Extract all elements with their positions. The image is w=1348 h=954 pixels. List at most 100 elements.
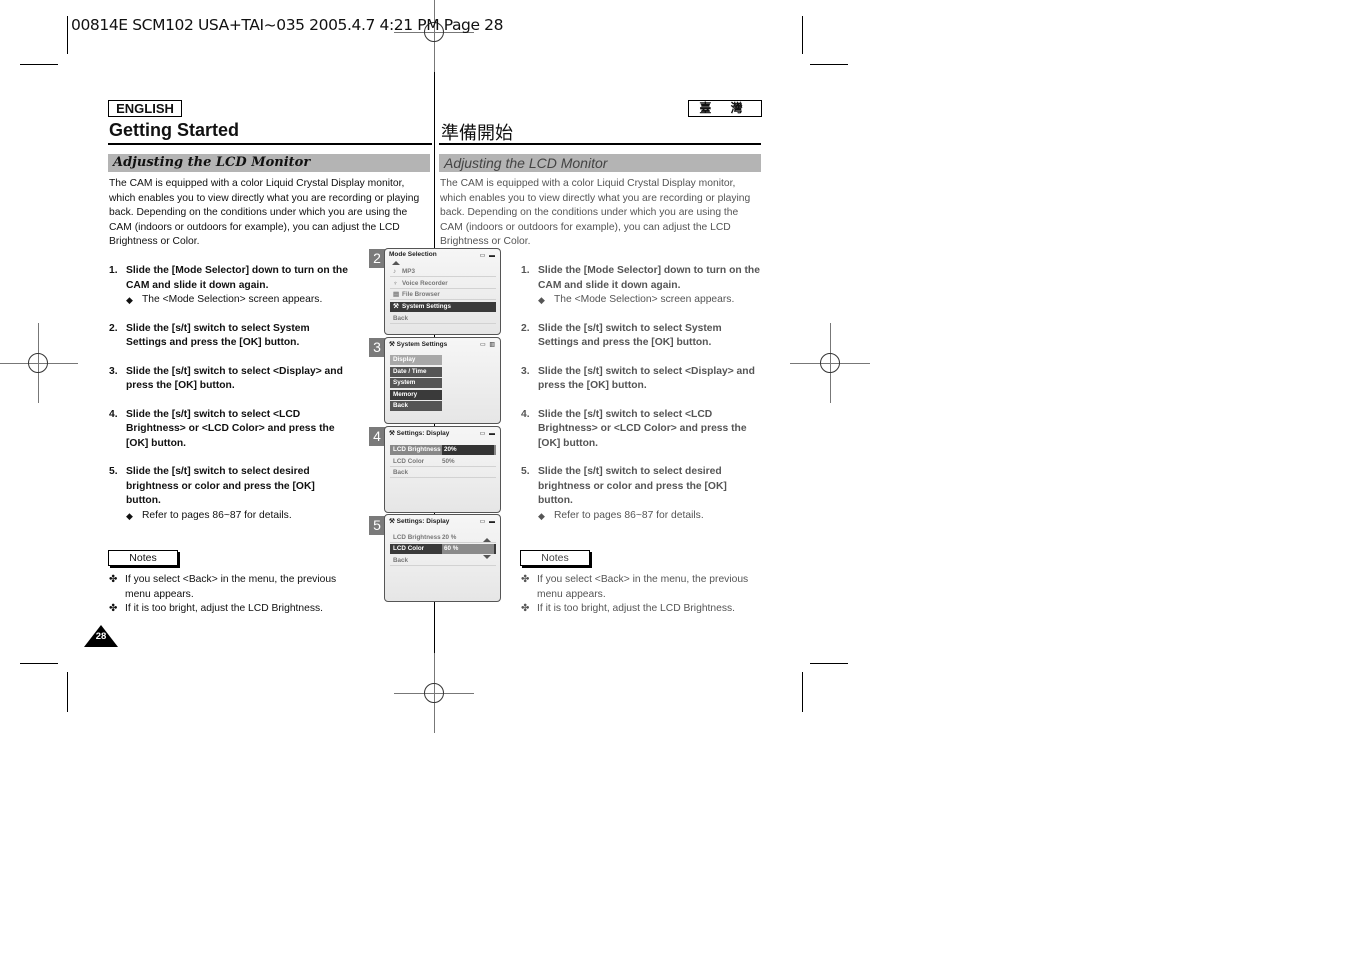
tools-icon: ⚒ [389, 341, 397, 348]
step-text: Slide the [s/t] switch to select desired… [538, 466, 727, 506]
step-item: 1. Slide the [Mode Selector] down to tur… [521, 264, 761, 308]
registration-mark [0, 323, 78, 403]
screen-step-badge: 5 [369, 516, 385, 535]
title-rule [439, 143, 761, 145]
status-icons: ▭ ▬ [480, 252, 496, 259]
intro-paragraph: The CAM is equipped with a color Liquid … [440, 178, 751, 247]
step-text: Slide the [s/t] switch to select System … [126, 322, 310, 349]
cross-bullet-icon: ✤ [109, 574, 118, 585]
note-item: ✤ If you select <Back> in the menu, the p… [109, 573, 339, 602]
screen-title: ⚒ System Settings [389, 340, 447, 348]
step-text: Slide the [s/t] switch to select <Displa… [126, 365, 343, 392]
step-number: 1. [109, 265, 118, 276]
menu-item-system-settings: ⚒ System Settings [390, 302, 496, 312]
crop-mark [20, 663, 58, 664]
step-item: 5. Slide the [s/t] switch to select desi… [521, 465, 761, 523]
step-note: ◆ Refer to pages 86~87 for details. [538, 509, 761, 524]
page-number: 28 [95, 631, 107, 642]
battery-icon: ▬ [489, 519, 496, 525]
page-title-chinese: 準備開始 [441, 123, 513, 143]
screen-title: ⚒ Settings: Display [389, 429, 449, 437]
menu-item-voice-recorder: ♆ Voice Recorder [390, 279, 496, 289]
screen-settings-display-adjust: ⚒ Settings: Display ▭ ▬ LCD Brightness 20… [384, 514, 501, 602]
menu-item-system: System [390, 378, 442, 388]
status-icons: ▭ ▬ [480, 430, 496, 437]
step-number: 2. [109, 322, 118, 334]
cross-bullet-icon: ✤ [521, 574, 530, 585]
step-number: 2. [521, 322, 530, 334]
menu-item-label: Voice Recorder [402, 280, 448, 287]
step-note: ◆ The <Mode Selection> screen appears. [126, 293, 349, 308]
menu-item-back: Back [390, 314, 496, 324]
crop-mark [20, 64, 58, 65]
step-number: 3. [521, 365, 530, 377]
menu-item-back: Back [390, 468, 496, 478]
step-text: Slide the [s/t] switch to select <LCD Br… [126, 408, 335, 449]
step-number: 1. [521, 265, 530, 276]
crop-mark [67, 672, 68, 712]
notes-label: Notes [108, 550, 178, 566]
scroll-up-icon [483, 538, 491, 542]
page-title: Getting Started [109, 120, 240, 140]
step-text: Slide the [s/t] switch to select <LCD Br… [538, 408, 747, 449]
screen-step-badge: 2 [369, 249, 385, 268]
menu-item-lcd-brightness: LCD Brightness 20 % [390, 533, 496, 543]
screen-title: ⚒ Settings: Display [389, 517, 449, 525]
registration-mark [394, 0, 474, 72]
notes-list: ✤ If you select <Back> in the menu, the p… [521, 573, 751, 617]
menu-item-back: Back [390, 401, 442, 411]
screen-settings-display: ⚒ Settings: Display ▭ ▬ LCD Brightness 20… [384, 426, 501, 513]
intro-paragraph: The CAM is equipped with a color Liquid … [109, 178, 420, 247]
menu-item-value: 20% [442, 445, 494, 455]
memory-card-icon: ▭ [479, 342, 487, 348]
step-note-text: The <Mode Selection> screen appears. [554, 294, 735, 305]
diamond-bullet-icon: ◆ [126, 510, 133, 521]
note-item: ✤ If it is too bright, adjust the LCD Bri… [109, 602, 339, 617]
menu-item-label: Back [393, 315, 409, 322]
diamond-bullet-icon: ◆ [538, 510, 545, 521]
crop-mark [802, 672, 803, 712]
menu-item-back: Back [390, 556, 496, 566]
tools-icon: ⚒ [393, 303, 399, 310]
menu-item-display: Display [390, 355, 442, 365]
screen-title: Mode Selection [389, 251, 437, 258]
step-text: Slide the [Mode Selector] down to turn o… [538, 265, 760, 291]
note-item: ✤ If you select <Back> in the menu, the p… [521, 573, 751, 602]
tools-icon: ⚒ [389, 518, 397, 525]
menu-item-label: MP3 [402, 268, 415, 275]
menu-item-lcd-brightness: LCD Brightness 20% [390, 445, 496, 455]
menu-item-label: File Browser [402, 291, 440, 298]
crop-mark [802, 16, 803, 54]
step-item: 1. Slide the [Mode Selector] down to tur… [109, 264, 349, 308]
section-heading: Adjusting the LCD Monitor [108, 154, 430, 172]
scroll-up-icon [392, 261, 400, 265]
screen-title-text: System Settings [396, 341, 448, 348]
step-number: 3. [109, 365, 118, 377]
cross-bullet-icon: ✤ [109, 603, 118, 614]
notes-list: ✤ If you select <Back> in the menu, the p… [109, 573, 339, 617]
screen-title-text: Settings: Display [396, 518, 450, 525]
crop-mark [67, 16, 68, 54]
memory-card-icon: ▭ [479, 431, 487, 437]
step-note: ◆ Refer to pages 86~87 for details. [126, 509, 349, 524]
step-text: Slide the [s/t] switch to select desired… [126, 466, 315, 506]
note-item: ✤ If it is too bright, adjust the LCD Bri… [521, 602, 751, 617]
cross-bullet-icon: ✤ [521, 603, 530, 614]
title-rule [108, 143, 432, 145]
note-text: If it is too bright, adjust the LCD Brig… [537, 603, 736, 614]
step-number: 5. [109, 466, 118, 477]
screen-title-text: Settings: Display [396, 430, 450, 437]
step-number: 4. [521, 408, 530, 420]
file-browser-icon: ▤ [393, 291, 399, 298]
step-item: 3. Slide the [s/t] switch to select <Dis… [521, 365, 761, 394]
menu-item-file-browser: ▤ File Browser [390, 290, 496, 300]
language-tag-taiwan: 臺 灣 [688, 100, 762, 117]
menu-item-value: 20 % [442, 534, 457, 541]
screen-system-settings: ⚒ System Settings ▭ ▥ Display Date / Tim… [384, 337, 501, 424]
registration-mark [394, 653, 474, 733]
notes-label: Notes [520, 550, 590, 566]
menu-item-label: LCD Brightness [393, 534, 441, 541]
step-note-text: Refer to pages 86~87 for details. [142, 509, 292, 521]
step-number: 4. [109, 408, 118, 420]
step-item: 2. Slide the [s/t] switch to select Syst… [109, 322, 349, 351]
